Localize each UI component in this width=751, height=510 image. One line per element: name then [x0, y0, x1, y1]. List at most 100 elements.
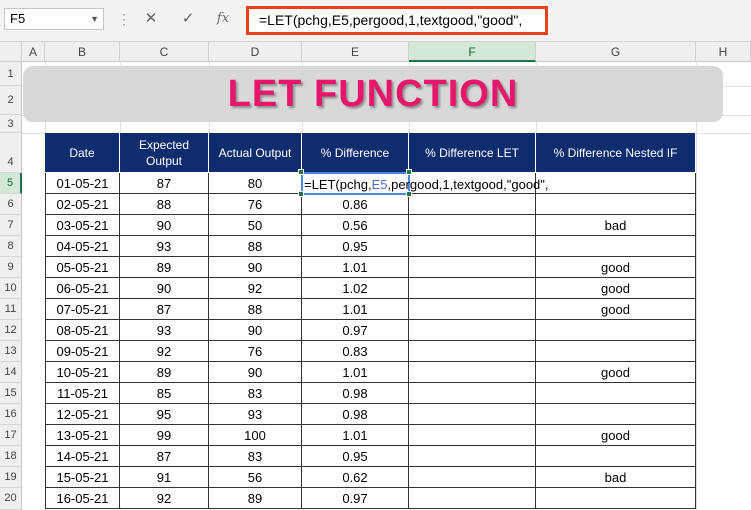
table-cell-actual[interactable]: 92	[209, 278, 302, 299]
table-cell-actual[interactable]: 100	[209, 425, 302, 446]
table-cell-actual[interactable]: 90	[209, 320, 302, 341]
row-header[interactable]: 14	[0, 362, 22, 383]
table-cell-diff[interactable]: 0.83	[302, 341, 409, 362]
formula-input[interactable]: =LET(pchg,E5,pergood,1,textgood,"good",	[246, 6, 548, 35]
table-cell-expected[interactable]: 89	[120, 362, 209, 383]
column-header-f[interactable]: F	[409, 42, 536, 62]
selection-handle[interactable]	[298, 169, 304, 175]
insert-function-icon[interactable]: fx	[211, 9, 235, 29]
row-header[interactable]: 2	[0, 86, 22, 115]
table-cell-date[interactable]: 11-05-21	[45, 383, 120, 404]
table-cell-diff[interactable]: 0.98	[302, 383, 409, 404]
table-header-nested-if[interactable]: % Difference Nested IF	[536, 133, 696, 172]
table-cell-nested[interactable]	[536, 488, 696, 509]
table-cell-expected[interactable]: 88	[120, 194, 209, 215]
select-all-corner[interactable]	[0, 42, 22, 62]
selection-handle[interactable]	[406, 191, 412, 197]
row-header[interactable]: 9	[0, 257, 22, 278]
table-cell-expected[interactable]: 93	[120, 236, 209, 257]
table-cell-actual[interactable]: 89	[209, 488, 302, 509]
table-cell-expected[interactable]: 85	[120, 383, 209, 404]
table-cell-date[interactable]: 01-05-21	[45, 173, 120, 194]
table-cell-date[interactable]: 05-05-21	[45, 257, 120, 278]
table-cell-nested[interactable]	[536, 383, 696, 404]
enter-icon[interactable]: ✓	[176, 9, 200, 29]
table-cell-let[interactable]	[409, 236, 536, 257]
row-header[interactable]: 10	[0, 278, 22, 299]
table-cell-let[interactable]	[409, 446, 536, 467]
column-header-h[interactable]: H	[696, 42, 751, 62]
table-cell-date[interactable]: 09-05-21	[45, 341, 120, 362]
table-cell-expected[interactable]: 87	[120, 299, 209, 320]
row-header[interactable]: 15	[0, 383, 22, 404]
table-cell-actual[interactable]: 90	[209, 362, 302, 383]
table-cell-diff[interactable]: 0.86	[302, 194, 409, 215]
table-cell-date[interactable]: 04-05-21	[45, 236, 120, 257]
table-cell-actual[interactable]: 83	[209, 383, 302, 404]
table-header-let[interactable]: % Difference LET	[409, 133, 536, 172]
table-cell-nested[interactable]	[536, 236, 696, 257]
table-cell-let[interactable]	[409, 257, 536, 278]
column-header-b[interactable]: B	[45, 42, 120, 62]
row-header[interactable]: 12	[0, 320, 22, 341]
table-cell-diff[interactable]: 0.62	[302, 467, 409, 488]
table-header-expected[interactable]: Expected Output	[120, 133, 209, 172]
table-cell-date[interactable]: 10-05-21	[45, 362, 120, 383]
row-header[interactable]: 7	[0, 215, 22, 236]
table-cell-diff[interactable]: 0.98	[302, 404, 409, 425]
table-cell-nested[interactable]: good	[536, 425, 696, 446]
table-header-diff[interactable]: % Difference	[302, 133, 409, 172]
row-header[interactable]: 18	[0, 446, 22, 467]
table-header-actual[interactable]: Actual Output	[209, 133, 302, 172]
table-cell-actual[interactable]: 93	[209, 404, 302, 425]
table-cell-diff[interactable]: 0.95	[302, 446, 409, 467]
table-header-date[interactable]: Date	[45, 133, 120, 172]
row-header[interactable]: 8	[0, 236, 22, 257]
table-cell-date[interactable]: 16-05-21	[45, 488, 120, 509]
table-cell-nested[interactable]: good	[536, 362, 696, 383]
table-cell-expected[interactable]: 92	[120, 341, 209, 362]
row-header[interactable]: 20	[0, 488, 22, 510]
table-cell-nested[interactable]	[536, 404, 696, 425]
table-cell-let[interactable]	[409, 425, 536, 446]
table-cell-date[interactable]: 13-05-21	[45, 425, 120, 446]
table-cell-let[interactable]	[409, 299, 536, 320]
table-cell-expected[interactable]: 93	[120, 320, 209, 341]
table-cell-expected[interactable]: 89	[120, 257, 209, 278]
column-header-c[interactable]: C	[120, 42, 209, 62]
table-cell-let[interactable]	[409, 362, 536, 383]
table-cell-date[interactable]: 03-05-21	[45, 215, 120, 236]
table-cell-date[interactable]: 02-05-21	[45, 194, 120, 215]
table-cell-nested[interactable]	[536, 194, 696, 215]
table-cell-diff[interactable]: 0.95	[302, 236, 409, 257]
selection-handle[interactable]	[298, 191, 304, 197]
table-cell-nested[interactable]	[536, 320, 696, 341]
table-cell-actual[interactable]: 83	[209, 446, 302, 467]
row-header[interactable]: 13	[0, 341, 22, 362]
table-cell-let[interactable]	[409, 467, 536, 488]
column-header-d[interactable]: D	[209, 42, 302, 62]
table-cell-let[interactable]	[409, 320, 536, 341]
cancel-icon[interactable]: ✕	[139, 9, 163, 29]
table-cell-let[interactable]	[409, 278, 536, 299]
row-header[interactable]: 19	[0, 467, 22, 488]
table-cell-actual[interactable]: 76	[209, 341, 302, 362]
selection-handle[interactable]	[406, 169, 412, 175]
table-cell-diff[interactable]: 1.01	[302, 299, 409, 320]
table-cell-date[interactable]: 15-05-21	[45, 467, 120, 488]
column-header-e[interactable]: E	[302, 42, 409, 62]
table-cell-date[interactable]: 14-05-21	[45, 446, 120, 467]
table-cell-nested[interactable]	[536, 341, 696, 362]
table-cell-let[interactable]	[409, 341, 536, 362]
chevron-down-icon[interactable]: ▼	[90, 9, 99, 29]
row-header[interactable]: 4	[0, 133, 22, 173]
table-cell-let[interactable]	[409, 488, 536, 509]
table-cell-actual[interactable]: 80	[209, 173, 302, 194]
column-header-a[interactable]: A	[22, 42, 45, 62]
table-cell-date[interactable]: 06-05-21	[45, 278, 120, 299]
table-cell-actual[interactable]: 90	[209, 257, 302, 278]
table-cell-let[interactable]	[409, 383, 536, 404]
table-cell-actual[interactable]: 50	[209, 215, 302, 236]
table-cell-expected[interactable]: 90	[120, 278, 209, 299]
row-header[interactable]: 16	[0, 404, 22, 425]
